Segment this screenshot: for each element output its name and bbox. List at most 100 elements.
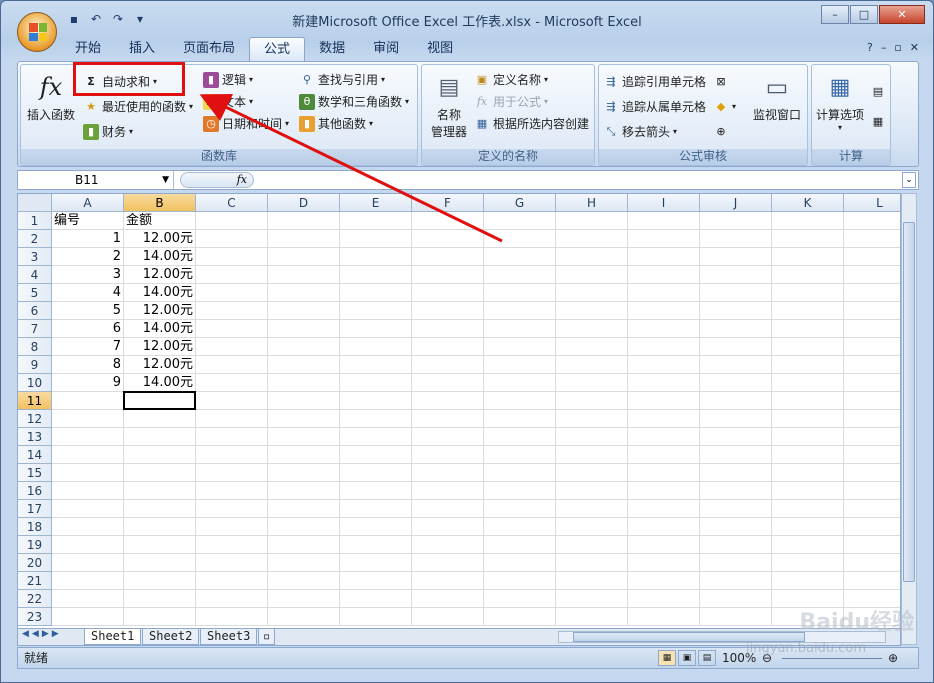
text-button[interactable]: A 文本 ▾ bbox=[203, 93, 253, 110]
column-header-e[interactable]: E bbox=[340, 194, 412, 212]
define-name-button[interactable]: ▣ 定义名称 ▾ bbox=[474, 71, 548, 88]
column-header-i[interactable]: I bbox=[628, 194, 700, 212]
cell-d18[interactable] bbox=[268, 518, 340, 536]
cell-d12[interactable] bbox=[268, 410, 340, 428]
cell-a15[interactable] bbox=[52, 464, 124, 482]
cell-j8[interactable] bbox=[700, 338, 772, 356]
cell-i21[interactable] bbox=[628, 572, 700, 590]
cell-d23[interactable] bbox=[268, 608, 340, 626]
evaluate-formula-button[interactable]: ⊕ bbox=[713, 123, 729, 139]
cell-j19[interactable] bbox=[700, 536, 772, 554]
tab-insert[interactable]: 插入 bbox=[115, 37, 169, 61]
row-header-22[interactable]: 22 bbox=[18, 590, 52, 608]
cell-l13[interactable] bbox=[844, 428, 900, 446]
cell-e11[interactable] bbox=[340, 392, 412, 410]
cell-a17[interactable] bbox=[52, 500, 124, 518]
cell-k18[interactable] bbox=[772, 518, 844, 536]
cell-i8[interactable] bbox=[628, 338, 700, 356]
cell-i11[interactable] bbox=[628, 392, 700, 410]
column-header-k[interactable]: K bbox=[772, 194, 844, 212]
cell-f11[interactable] bbox=[412, 392, 484, 410]
use-in-formula-button[interactable]: fx 用于公式 ▾ bbox=[474, 93, 548, 110]
cell-g15[interactable] bbox=[484, 464, 556, 482]
cell-i14[interactable] bbox=[628, 446, 700, 464]
cell-d1[interactable] bbox=[268, 212, 340, 230]
column-header-c[interactable]: C bbox=[196, 194, 268, 212]
row-header-4[interactable]: 4 bbox=[18, 266, 52, 284]
cell-e13[interactable] bbox=[340, 428, 412, 446]
cell-b9[interactable]: 12.00元 bbox=[124, 356, 196, 374]
cell-i6[interactable] bbox=[628, 302, 700, 320]
row-header-10[interactable]: 10 bbox=[18, 374, 52, 392]
cell-i16[interactable] bbox=[628, 482, 700, 500]
cell-a14[interactable] bbox=[52, 446, 124, 464]
cell-a4[interactable]: 3 bbox=[52, 266, 124, 284]
cell-h1[interactable] bbox=[556, 212, 628, 230]
zoom-slider[interactable] bbox=[782, 658, 882, 659]
cell-e1[interactable] bbox=[340, 212, 412, 230]
cell-i20[interactable] bbox=[628, 554, 700, 572]
cell-h15[interactable] bbox=[556, 464, 628, 482]
cell-g2[interactable] bbox=[484, 230, 556, 248]
cell-a8[interactable]: 7 bbox=[52, 338, 124, 356]
cell-d3[interactable] bbox=[268, 248, 340, 266]
worksheet-grid[interactable]: A B C D E F G H I J K L 1 编号 金额 2 1 12.00元 3 2 14.00元 4 3 12.00… bbox=[17, 193, 901, 629]
column-header-h[interactable]: H bbox=[556, 194, 628, 212]
cell-b3[interactable]: 14.00元 bbox=[124, 248, 196, 266]
cell-e18[interactable] bbox=[340, 518, 412, 536]
row-header-9[interactable]: 9 bbox=[18, 356, 52, 374]
vertical-scrollbar[interactable] bbox=[901, 193, 917, 645]
cell-c19[interactable] bbox=[196, 536, 268, 554]
column-header-a[interactable]: A bbox=[52, 194, 124, 212]
cell-c23[interactable] bbox=[196, 608, 268, 626]
cell-k14[interactable] bbox=[772, 446, 844, 464]
cell-h10[interactable] bbox=[556, 374, 628, 392]
cell-a1[interactable]: 编号 bbox=[52, 212, 124, 230]
cell-j23[interactable] bbox=[700, 608, 772, 626]
cell-d7[interactable] bbox=[268, 320, 340, 338]
cell-g11[interactable] bbox=[484, 392, 556, 410]
cell-d20[interactable] bbox=[268, 554, 340, 572]
show-formulas-button[interactable]: ⊠ bbox=[713, 73, 729, 89]
cell-b16[interactable] bbox=[124, 482, 196, 500]
row-header-15[interactable]: 15 bbox=[18, 464, 52, 482]
cell-a20[interactable] bbox=[52, 554, 124, 572]
tab-page-layout[interactable]: 页面布局 bbox=[169, 37, 249, 61]
cell-i17[interactable] bbox=[628, 500, 700, 518]
cell-j22[interactable] bbox=[700, 590, 772, 608]
cell-j2[interactable] bbox=[700, 230, 772, 248]
cell-c17[interactable] bbox=[196, 500, 268, 518]
cell-e15[interactable] bbox=[340, 464, 412, 482]
cell-a19[interactable] bbox=[52, 536, 124, 554]
cell-b22[interactable] bbox=[124, 590, 196, 608]
cell-c12[interactable] bbox=[196, 410, 268, 428]
column-header-d[interactable]: D bbox=[268, 194, 340, 212]
cell-k6[interactable] bbox=[772, 302, 844, 320]
cell-k11[interactable] bbox=[772, 392, 844, 410]
minimize-button[interactable]: – bbox=[821, 5, 849, 24]
tab-data[interactable]: 数据 bbox=[305, 37, 359, 61]
cell-h6[interactable] bbox=[556, 302, 628, 320]
cell-c20[interactable] bbox=[196, 554, 268, 572]
cell-k20[interactable] bbox=[772, 554, 844, 572]
cell-i13[interactable] bbox=[628, 428, 700, 446]
cell-b19[interactable] bbox=[124, 536, 196, 554]
cell-e14[interactable] bbox=[340, 446, 412, 464]
cell-f20[interactable] bbox=[412, 554, 484, 572]
cell-h3[interactable] bbox=[556, 248, 628, 266]
workbook-close-icon[interactable]: ✕ bbox=[910, 41, 919, 54]
name-box[interactable]: B11 ▼ bbox=[18, 171, 174, 189]
financial-button[interactable]: ▮ 财务 ▾ bbox=[83, 123, 133, 140]
cell-j17[interactable] bbox=[700, 500, 772, 518]
sheet-nav-arrows-icon[interactable]: ◀◀▶▶ bbox=[22, 629, 62, 639]
remove-arrows-button[interactable]: ⤡ 移去箭头 ▾ bbox=[603, 123, 677, 140]
cell-i3[interactable] bbox=[628, 248, 700, 266]
cell-b13[interactable] bbox=[124, 428, 196, 446]
cell-l20[interactable] bbox=[844, 554, 900, 572]
cell-j15[interactable] bbox=[700, 464, 772, 482]
cell-f19[interactable] bbox=[412, 536, 484, 554]
cell-j11[interactable] bbox=[700, 392, 772, 410]
scrollbar-thumb[interactable] bbox=[903, 222, 915, 582]
cell-e23[interactable] bbox=[340, 608, 412, 626]
insert-function-button[interactable]: fx 插入函数 bbox=[25, 71, 77, 123]
